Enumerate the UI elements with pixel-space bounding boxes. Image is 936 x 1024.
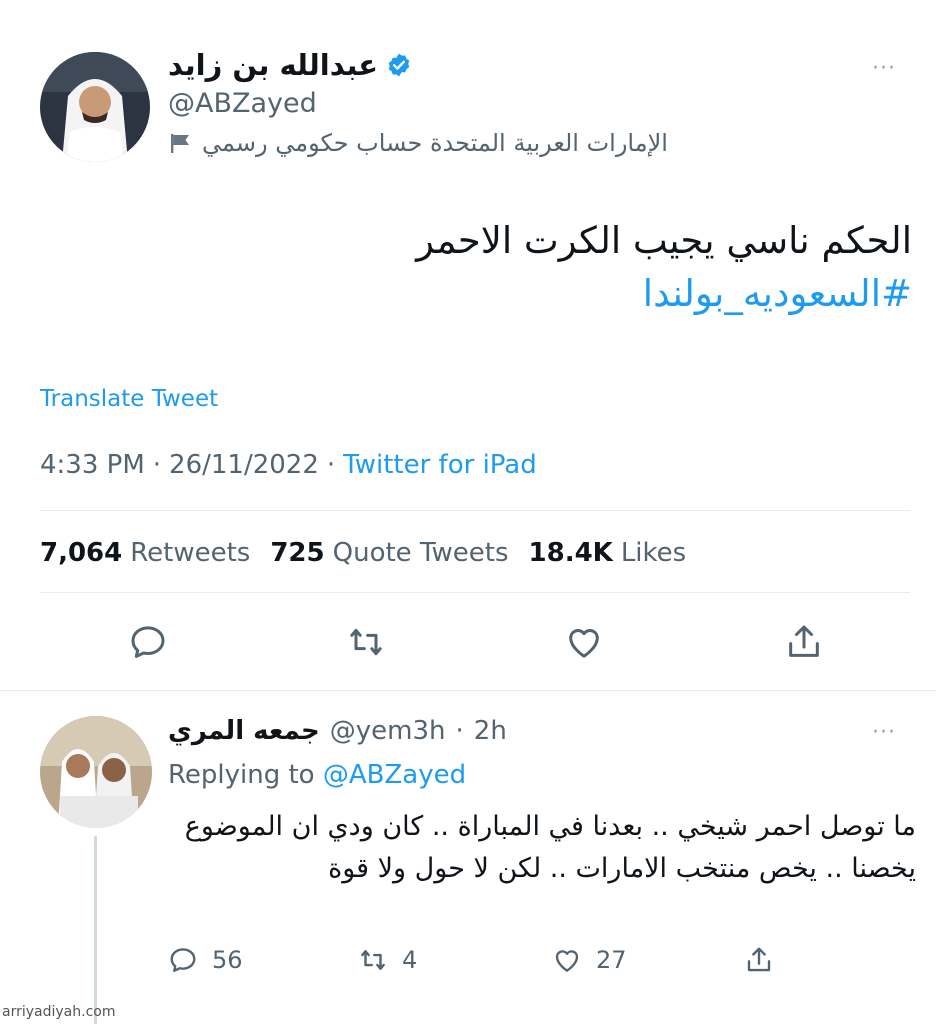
divider <box>40 592 910 593</box>
meta-separator: · <box>152 450 162 480</box>
divider <box>40 510 910 511</box>
author-display-name[interactable]: عبدالله بن زايد <box>168 48 378 82</box>
retweet-icon[interactable] <box>346 622 386 662</box>
reply-more-options-icon[interactable]: ··· <box>872 722 896 744</box>
retweets-stat[interactable]: 7,064 Retweets <box>40 538 250 568</box>
translate-tweet-link[interactable]: Translate Tweet <box>40 386 218 412</box>
quotes-label: Quote Tweets <box>332 538 509 568</box>
reply-share-button[interactable] <box>744 945 774 975</box>
likes-label: Likes <box>620 538 687 568</box>
likes-count: 18.4K <box>528 538 613 568</box>
likes-stat[interactable]: 18.4K Likes <box>529 538 687 568</box>
retweets-label: Retweets <box>130 538 251 568</box>
replying-mention[interactable]: @ABZayed <box>323 760 466 790</box>
meta-separator: · <box>455 716 464 746</box>
reply-author-avatar[interactable] <box>40 716 152 828</box>
more-options-icon[interactable]: ··· <box>872 58 896 80</box>
share-icon <box>744 945 774 975</box>
reply-like-button[interactable]: 27 <box>552 945 627 975</box>
reply-reply-button[interactable]: 56 <box>168 945 243 975</box>
replying-prefix: Replying to <box>168 760 315 790</box>
meta-separator: · <box>326 450 336 480</box>
government-account-label[interactable]: الإمارات العربية المتحدة حساب حكومي رسمي <box>202 129 668 157</box>
reply-text: ما توصل احمر شيخي .. بعدنا في المباراة .… <box>184 811 916 884</box>
thread-line <box>94 836 97 1024</box>
reply-age[interactable]: 2h <box>474 716 507 746</box>
retweets-count: 7,064 <box>40 538 123 568</box>
author-name-row: عبدالله بن زايد <box>168 48 728 82</box>
quote-tweets-stat[interactable]: 725 Quote Tweets <box>270 538 508 568</box>
reply-retweet-button[interactable]: 4 <box>358 945 417 975</box>
like-icon[interactable] <box>564 622 604 662</box>
tweet-source[interactable]: Twitter for iPad <box>343 450 537 480</box>
author-avatar[interactable] <box>40 52 150 162</box>
tweet-hashtag[interactable]: #السعوديه_بولندا <box>32 272 912 315</box>
reply-icon <box>168 945 198 975</box>
watermark: arriyadiyah.com <box>2 1004 116 1020</box>
reply-display-name[interactable]: جمعه المري <box>168 716 320 746</box>
reply-retweets-count: 4 <box>402 946 418 974</box>
retweet-icon <box>358 945 388 975</box>
reply-likes-count: 27 <box>596 946 627 974</box>
tweet-meta: 4:33 PM · 26/11/2022 · Twitter for iPad <box>40 450 537 480</box>
share-icon[interactable] <box>784 622 824 662</box>
author-handle[interactable]: @ABZayed <box>168 88 728 119</box>
tweet-text: الحكم ناسي يجيب الكرت الاحمر <box>416 219 912 262</box>
replying-to-line: Replying to @ABZayed <box>168 760 466 790</box>
reply-replies-count: 56 <box>212 946 243 974</box>
reply-icon[interactable] <box>128 622 168 662</box>
reply-handle[interactable]: @yem3h <box>330 716 446 746</box>
quotes-count: 725 <box>270 538 325 568</box>
tweet-time[interactable]: 4:33 PM <box>40 450 145 480</box>
reply-header: جمعه المري @yem3h · 2h <box>168 716 507 746</box>
divider <box>0 690 936 691</box>
tweet-date[interactable]: 26/11/2022 <box>169 450 319 480</box>
like-icon <box>552 945 582 975</box>
verified-badge-icon <box>388 53 410 77</box>
government-label-row: الإمارات العربية المتحدة حساب حكومي رسمي <box>168 129 728 157</box>
tweet-stats: 7,064 Retweets 725 Quote Tweets 18.4K Likes <box>40 538 686 568</box>
flag-icon <box>171 134 189 153</box>
